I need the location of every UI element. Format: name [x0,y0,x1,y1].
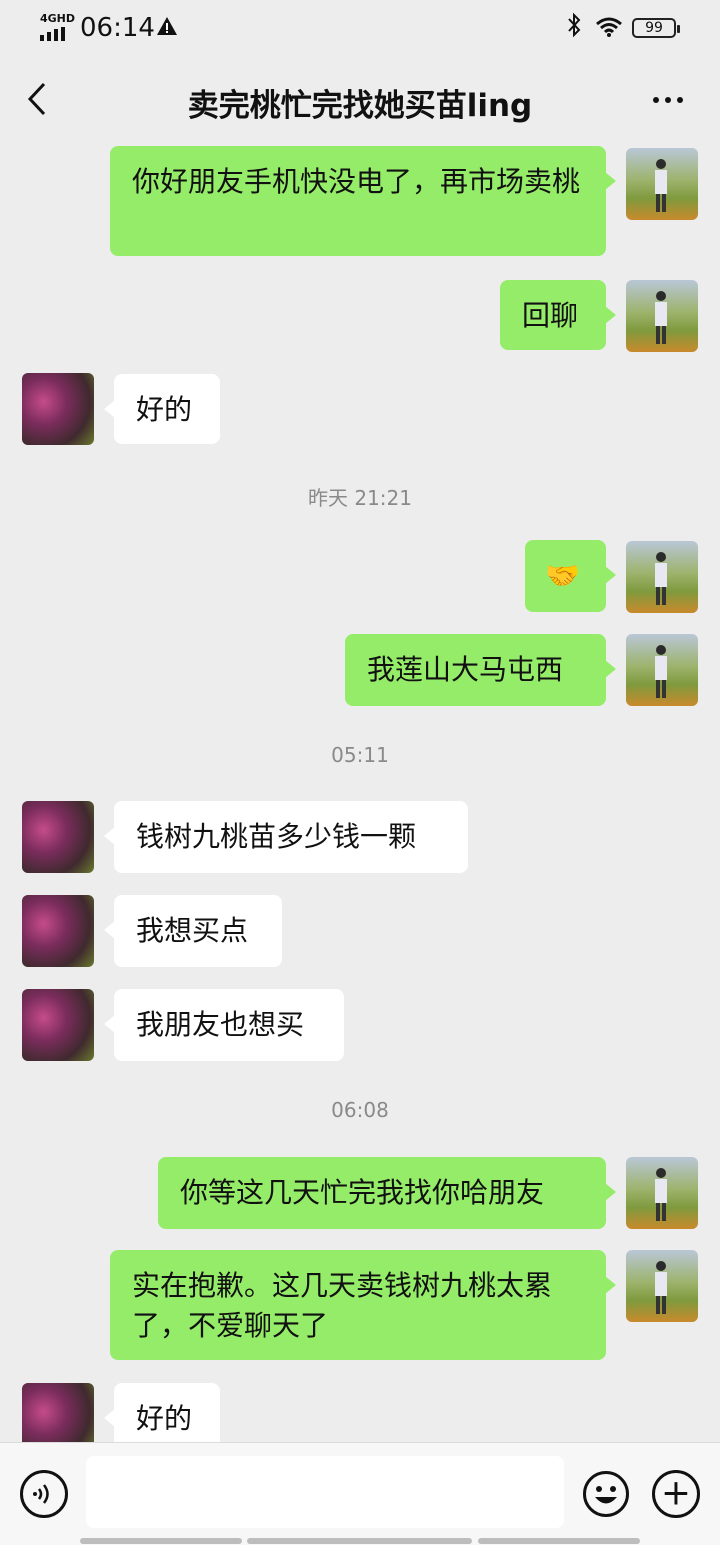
message-bubble-incoming[interactable]: 我朋友也想买 [104,989,344,1061]
message-text: 你等这几天忙完我找你哈朋友 [180,1176,545,1209]
chat-title: 卖完桃忙完找她买苗ling [187,88,533,124]
message-text: 我想买点 [136,914,249,947]
message-bubble-outgoing[interactable]: 你好朋友手机快没电了，再市场卖桃 [110,146,616,256]
message-text: 好的 [136,1402,193,1435]
more-button[interactable] [648,84,688,114]
message-bubble-outgoing[interactable]: 回聊 [500,280,616,350]
more-dots-icon [653,97,683,103]
warning-icon [156,16,178,42]
message-text: 我莲山大马屯西 [367,653,564,686]
message-bubble-outgoing[interactable]: 🤝 [525,540,616,612]
my-avatar[interactable] [626,634,698,706]
message-bubble-incoming[interactable]: 好的 [104,374,220,444]
message-bubble-outgoing[interactable]: 实在抱歉。这几天卖钱树九桃太累了，不爱聊天了 [110,1250,616,1360]
contact-avatar[interactable] [22,895,94,967]
chevron-left-icon [27,82,46,116]
message-bubble-incoming[interactable]: 钱树九桃苗多少钱一颗 [104,801,468,873]
plus-icon: + [660,1472,692,1514]
message-text: 实在抱歉。这几天卖钱树九桃太累了，不爱聊天了 [132,1269,553,1342]
message-bubble-outgoing[interactable]: 你等这几天忙完我找你哈朋友 [158,1157,616,1229]
contact-avatar[interactable] [22,801,94,873]
gesture-bar [478,1538,640,1544]
my-avatar[interactable] [626,1250,698,1322]
message-bubble-outgoing[interactable]: 我莲山大马屯西 [345,634,616,706]
emoji-button[interactable] [582,1470,630,1518]
my-avatar[interactable] [626,148,698,220]
message-text: 回聊 [522,299,579,332]
more-actions-button[interactable]: + [652,1470,700,1518]
gesture-bar [247,1538,472,1544]
handshake-emoji: 🤝 [545,559,580,592]
voice-button[interactable] [20,1470,68,1518]
message-text: 钱树九桃苗多少钱一颗 [136,820,417,853]
gesture-bar [80,1538,242,1544]
message-text: 我朋友也想买 [136,1008,305,1041]
voice-icon [33,1484,49,1504]
status-bar: 4GHD 06:14 99 [0,0,720,56]
status-time: 06:14 [80,13,155,43]
message-input[interactable] [86,1456,564,1528]
timestamp: 06:08 [331,1098,389,1122]
contact-avatar[interactable] [22,373,94,445]
emoji-icon [583,1471,629,1517]
timestamp: 05:11 [331,743,389,767]
my-avatar[interactable] [626,280,698,352]
my-avatar[interactable] [626,541,698,613]
signal-icon [40,26,70,45]
wifi-icon [595,16,623,42]
bluetooth-icon [566,12,582,44]
network-indicator: 4GHD [40,12,76,25]
timestamp: 昨天 21:21 [308,486,412,510]
my-avatar[interactable] [626,1157,698,1229]
contact-avatar[interactable] [22,989,94,1061]
message-bubble-incoming[interactable]: 我想买点 [104,895,282,967]
back-button[interactable] [24,82,54,116]
message-text: 你好朋友手机快没电了，再市场卖桃 [132,165,581,198]
battery-indicator: 99 [632,18,680,38]
message-text: 好的 [136,393,193,426]
